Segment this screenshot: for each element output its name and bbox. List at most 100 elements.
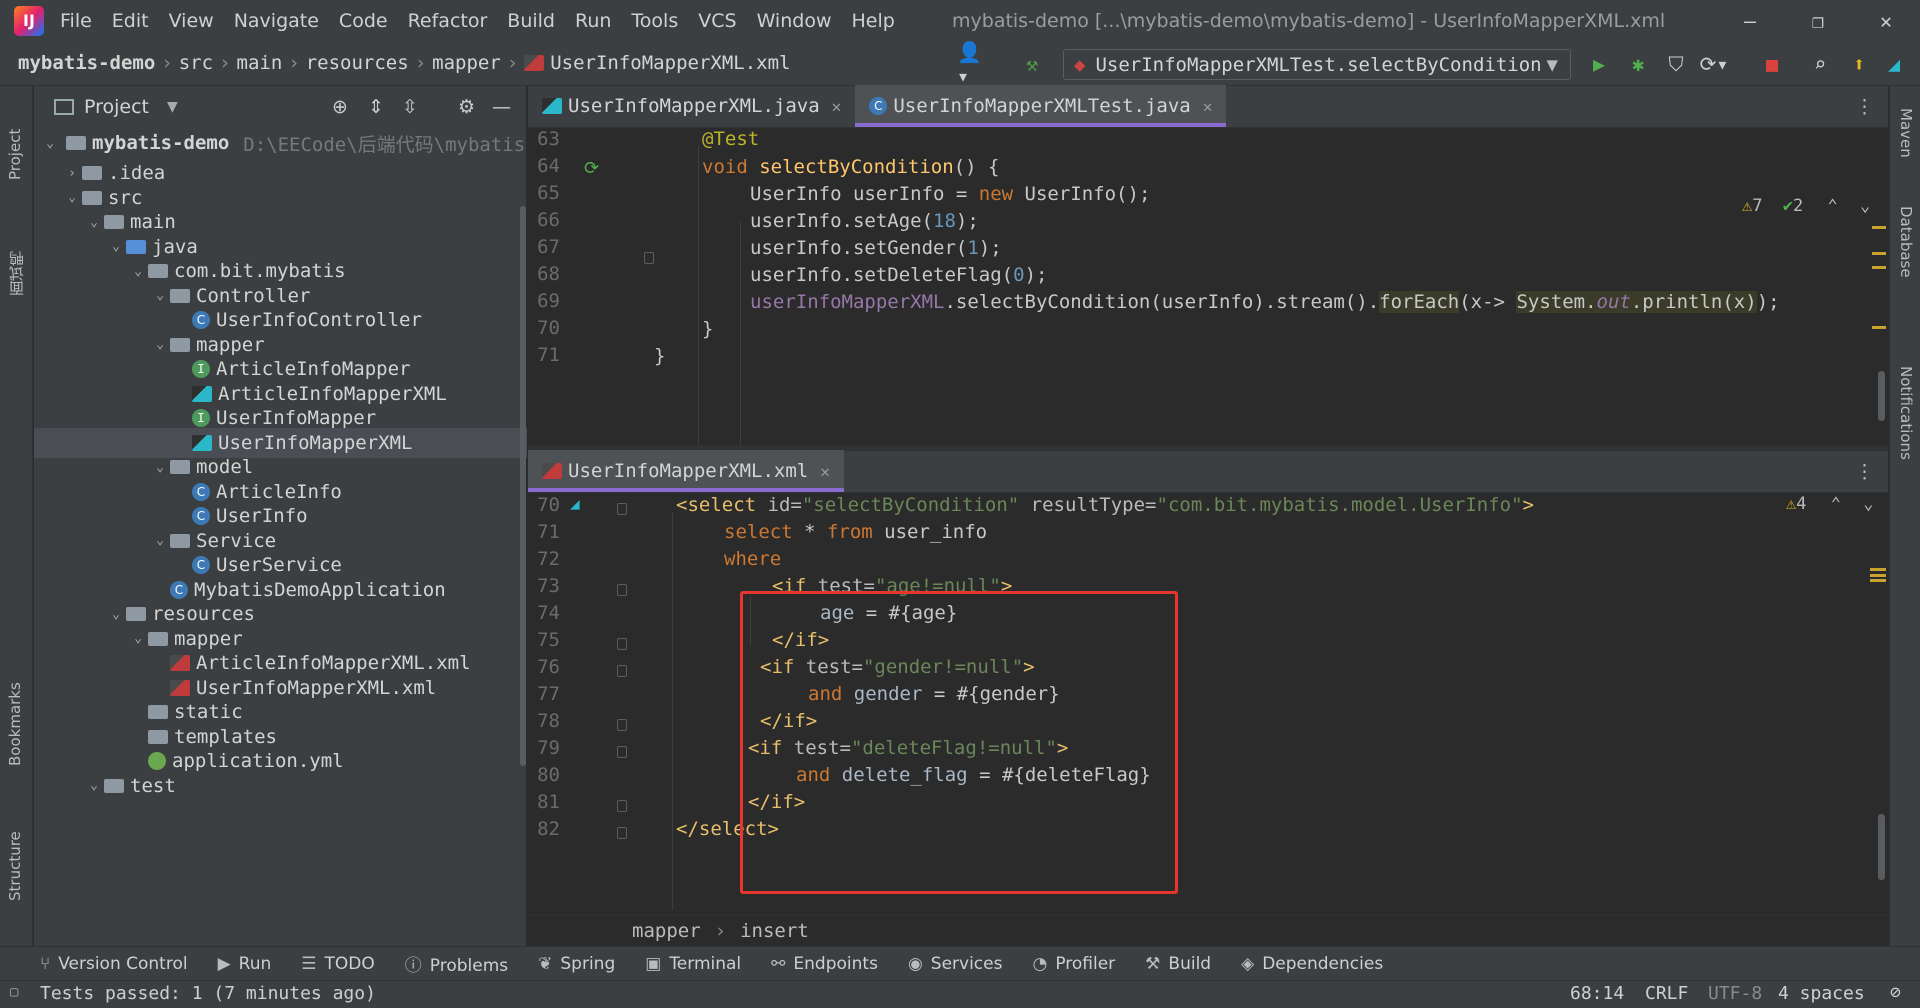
code-line-68[interactable]: userInfo.setDeleteFlag(0); — [750, 264, 1047, 286]
chevron-down-icon[interactable]: ⌄ — [62, 190, 82, 205]
tool-window-run[interactable]: ▶ Run — [218, 954, 272, 974]
fold-marker-icon[interactable] — [617, 746, 627, 758]
maven-tool-tab[interactable]: Maven — [1897, 108, 1915, 178]
fold-marker-icon[interactable] — [617, 665, 627, 677]
restore-icon[interactable]: ❐ — [1784, 0, 1852, 41]
top-editor-scrollbar[interactable] — [1878, 371, 1885, 421]
run-configuration-select[interactable]: ◆ UserInfoMapperXMLTest.selectByConditio… — [1063, 49, 1571, 80]
tool-window-profiler[interactable]: ◔ Profiler — [1032, 954, 1115, 974]
expand-all-icon[interactable]: ⇕ — [368, 96, 384, 118]
code-line-66[interactable]: userInfo.setAge(18); — [750, 210, 979, 232]
breadcrumb-item[interactable]: UserInfoMapperXML.xml — [550, 52, 790, 74]
run-icon[interactable]: ▶ — [1585, 50, 1613, 78]
file-encoding[interactable]: UTF-8 — [1708, 983, 1762, 1004]
menu-item-refactor[interactable]: Refactor — [408, 10, 488, 32]
chevron-down-icon[interactable]: ▼ — [167, 99, 178, 115]
menu-item-file[interactable]: File — [60, 10, 92, 32]
chevron-down-icon[interactable]: ⌄ — [128, 631, 148, 646]
code-line-65[interactable]: UserInfo userInfo = new UserInfo(); — [750, 183, 1150, 205]
fold-marker-icon[interactable] — [617, 827, 627, 839]
editor-tab[interactable]: UserInfoMapperXML.xml ✕ — [528, 450, 844, 492]
update-icon[interactable]: ⬆ — [1845, 50, 1873, 78]
chevron-down-icon[interactable]: ⌄ — [150, 460, 170, 475]
code-line-69[interactable]: userInfoMapperXML.selectByCondition(user… — [750, 291, 1780, 313]
chevron-down-icon[interactable]: ⌄ — [150, 337, 170, 352]
previous-highlight-icon[interactable]: ⌃ — [1831, 494, 1841, 514]
tool-window-version-control[interactable]: ⑂ Version Control — [40, 954, 188, 974]
hide-panel-icon[interactable]: — — [492, 96, 511, 118]
breadcrumb-item[interactable]: src — [179, 52, 213, 74]
menu-item-code[interactable]: Code — [339, 10, 388, 32]
tree-item[interactable]: ⌄ test — [34, 771, 527, 801]
breadcrumb-item[interactable]: resources — [306, 52, 409, 74]
menu-item-vcs[interactable]: VCS — [698, 10, 736, 32]
build-hammer-icon[interactable]: ⚒ — [1018, 50, 1046, 78]
mianshiya-tool-tab[interactable]: 面试鸭 — [6, 226, 27, 296]
inspection-widget[interactable]: ⚠4 ⌃ ⌄ — [1786, 494, 1874, 514]
tool-window-dependencies[interactable]: ◈ Dependencies — [1241, 954, 1383, 974]
chevron-down-icon[interactable]: ⌄ — [128, 264, 148, 279]
tool-window-services[interactable]: ◉ Services — [908, 954, 1003, 974]
code-line-70[interactable]: } — [702, 318, 713, 340]
chevron-down-icon[interactable]: ⌄ — [40, 136, 60, 151]
fold-marker-icon[interactable] — [617, 800, 627, 812]
tool-window-endpoints[interactable]: ⚯ Endpoints — [771, 954, 878, 974]
tool-window-todo[interactable]: ☰ TODO — [301, 954, 375, 974]
profile-icon[interactable]: ⟳▾ — [1700, 50, 1729, 78]
collapse-all-icon[interactable]: ⇳ — [402, 96, 418, 118]
more-tabs-icon[interactable]: ⋮ — [1855, 461, 1874, 483]
coverage-icon[interactable]: ⛉ — [1662, 50, 1690, 78]
project-scrollbar[interactable] — [520, 206, 526, 766]
code-line-67[interactable]: userInfo.setGender(1); — [750, 237, 1002, 259]
breadcrumb-item[interactable]: mapper — [432, 52, 501, 74]
code-line-71[interactable]: } — [654, 345, 665, 367]
intellij-logo-icon[interactable]: IJ — [14, 5, 44, 36]
close-tab-icon[interactable]: ✕ — [1203, 97, 1213, 116]
breadcrumb-item[interactable]: mybatis-demo — [18, 52, 155, 74]
run-test-gutter-icon[interactable]: ⟳ — [584, 158, 599, 179]
status-message[interactable]: Tests passed: 1 (7 minutes ago) — [40, 983, 376, 1004]
minimize-icon[interactable]: — — [1716, 0, 1784, 41]
fold-marker-icon[interactable] — [617, 584, 627, 596]
tool-window-problems[interactable]: ⓘ Problems — [405, 951, 508, 976]
layout-icon[interactable]: ▢ — [10, 984, 18, 1000]
fold-marker-icon[interactable] — [617, 719, 627, 731]
close-icon[interactable]: ✕ — [1852, 0, 1920, 41]
fold-marker-icon[interactable] — [617, 503, 627, 515]
fold-marker-icon[interactable] — [617, 638, 627, 650]
close-tab-icon[interactable]: ✕ — [832, 97, 842, 116]
search-icon[interactable]: ⌕ — [1806, 50, 1834, 78]
project-panel-title[interactable]: Project — [84, 96, 149, 118]
chevron-down-icon[interactable]: ⌄ — [150, 288, 170, 303]
chevron-right-icon[interactable]: › — [62, 166, 82, 181]
bookmarks-tool-tab[interactable]: Bookmarks — [6, 666, 24, 766]
code-breadcrumb-mapper[interactable]: mapper — [632, 920, 701, 942]
menu-item-navigate[interactable]: Navigate — [234, 10, 319, 32]
project-root[interactable]: ⌄ mybatis-demo D:\EECode\后端代码\mybatis — [34, 128, 527, 158]
indent-setting[interactable]: 4 spaces — [1778, 983, 1865, 1004]
xml-line-72[interactable]: where — [724, 548, 781, 570]
previous-highlight-icon[interactable]: ⌃ — [1828, 196, 1838, 216]
code-breadcrumb-insert[interactable]: insert — [740, 920, 809, 942]
menu-item-run[interactable]: Run — [575, 10, 611, 32]
breadcrumb-item[interactable]: main — [237, 52, 283, 74]
xml-line-71[interactable]: select * from user_info — [724, 521, 987, 543]
stop-icon[interactable]: ■ — [1758, 50, 1786, 78]
menu-item-build[interactable]: Build — [507, 10, 555, 32]
menu-item-view[interactable]: View — [169, 10, 214, 32]
tool-window-spring[interactable]: ❦ Spring — [538, 954, 615, 974]
chevron-down-icon[interactable]: ⌄ — [150, 533, 170, 548]
lock-icon[interactable]: ⊘ — [1890, 982, 1901, 1003]
code-line-64[interactable]: void selectByCondition() { — [702, 156, 999, 178]
user-icon[interactable]: 👤▾ — [957, 40, 985, 88]
mybatis-navigate-gutter-icon[interactable]: ◢ — [570, 494, 580, 513]
code-line-63[interactable]: @Test — [702, 128, 759, 150]
jetbrains-ai-icon[interactable]: ◢ — [1880, 50, 1908, 78]
chevron-down-icon[interactable]: ⌄ — [84, 778, 104, 793]
tool-window-terminal[interactable]: ▣ Terminal — [645, 954, 741, 974]
editor-tab[interactable]: C UserInfoMapperXMLTest.java ✕ — [855, 85, 1227, 127]
chevron-down-icon[interactable]: ⌄ — [106, 239, 126, 254]
chevron-down-icon[interactable]: ⌄ — [84, 215, 104, 230]
chevron-down-icon[interactable]: ⌄ — [106, 607, 126, 622]
gear-icon[interactable]: ⚙ — [458, 96, 475, 118]
